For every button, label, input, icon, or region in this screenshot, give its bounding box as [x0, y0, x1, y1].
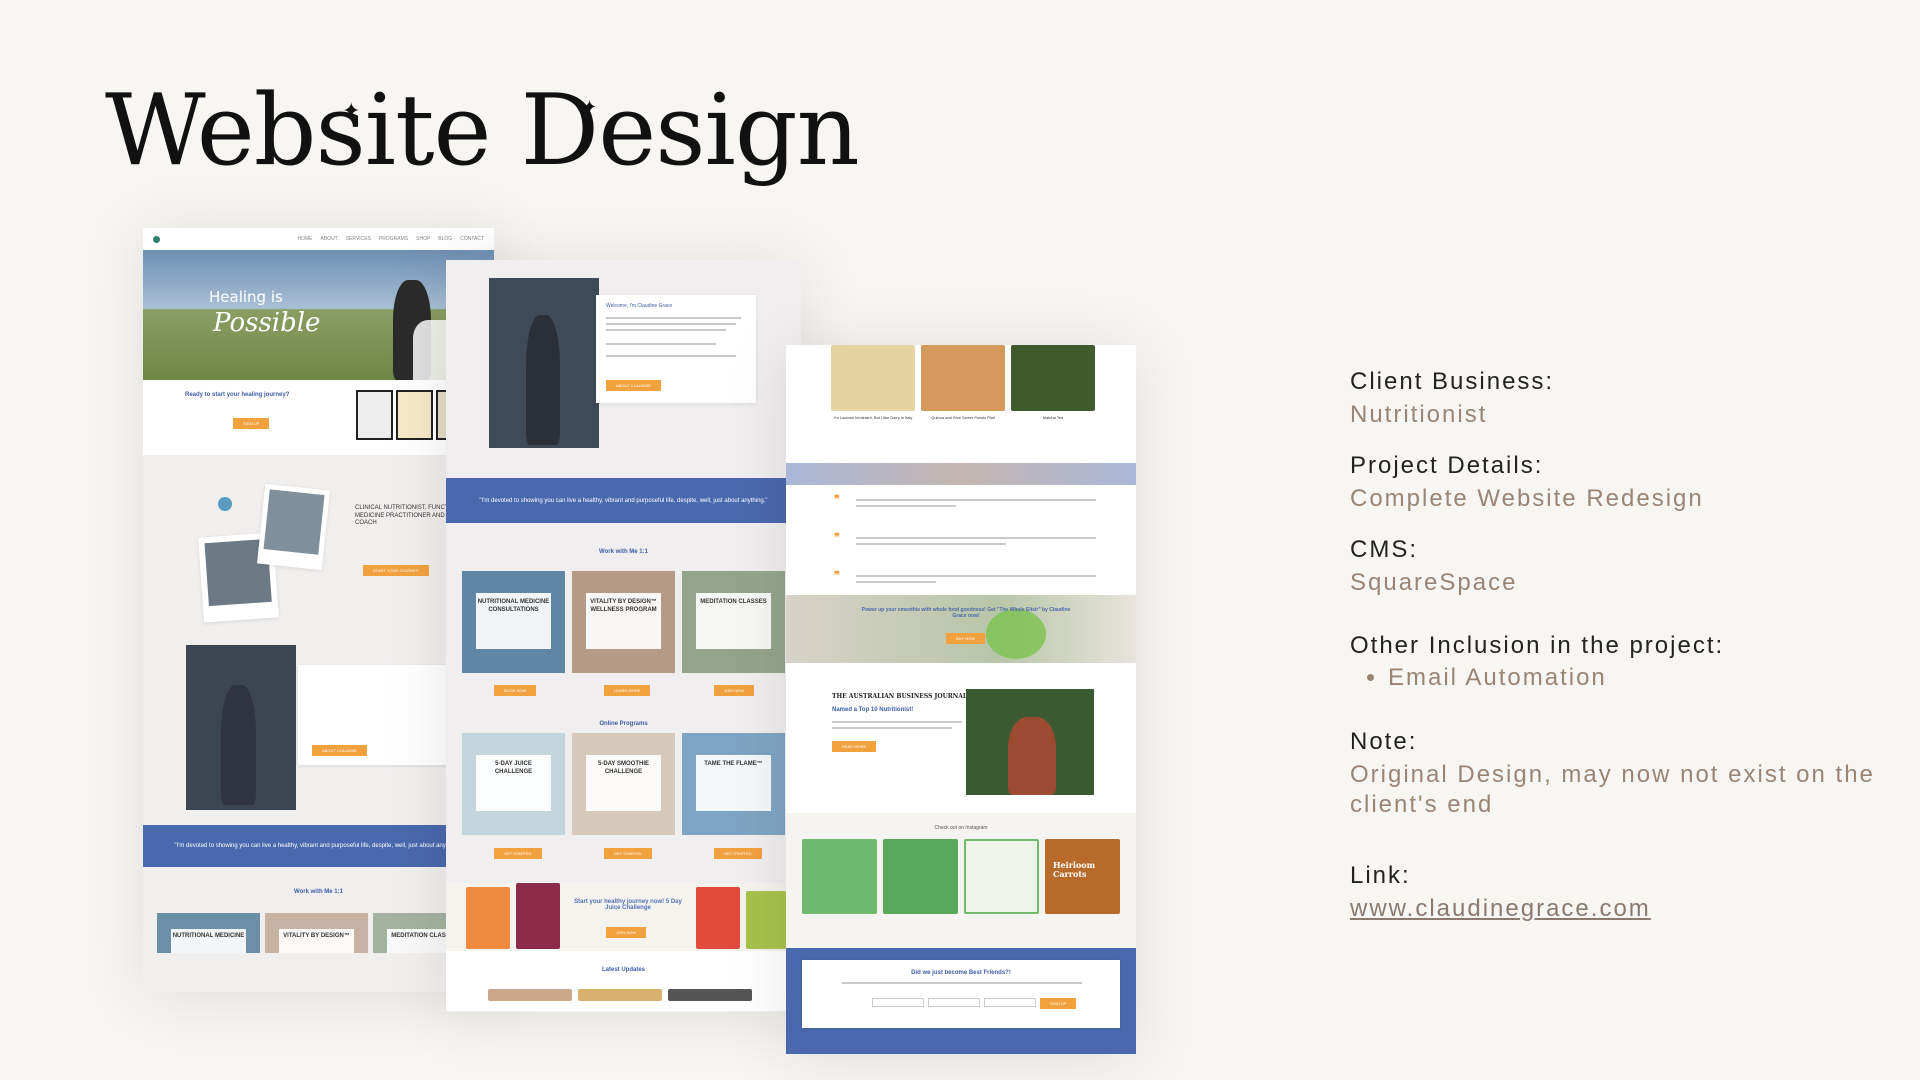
- tile-button[interactable]: JOIN NOW: [714, 685, 754, 696]
- program-tile[interactable]: TAME THE FLAME™: [682, 733, 785, 835]
- newsletter-input[interactable]: [984, 998, 1036, 1007]
- link-label: Link:: [1350, 862, 1411, 889]
- client-label: Client Business:: [1350, 368, 1555, 395]
- note-value: Original Design, may now not exist on th…: [1350, 761, 1875, 818]
- about-claudine-button[interactable]: ABOUT CLAUDINE: [606, 380, 662, 391]
- service-tile[interactable]: VITALITY BY DESIGN™ WELLNESS PROGRAM: [572, 571, 675, 673]
- about-button[interactable]: START YOUR JOURNEY: [363, 565, 429, 576]
- logo-icon: [153, 235, 160, 243]
- website-link[interactable]: www.claudinegrace.com: [1350, 895, 1651, 922]
- program-tile[interactable]: 5-DAY SMOOTHIE CHALLENGE: [572, 733, 675, 835]
- journal-person: [1008, 717, 1056, 795]
- page-title: Website Design: [105, 74, 860, 188]
- quote-strip: "I'm devoted to showing you can live a h…: [143, 825, 494, 867]
- work-heading: Work with Me 1:1: [599, 549, 648, 555]
- website-mockup-blog: I'm Lactose Intolerant, But I like Dairy…: [786, 345, 1136, 1054]
- newsletter-input[interactable]: [928, 998, 980, 1007]
- journal-button[interactable]: READ MORE: [832, 741, 877, 752]
- other-list: Email Automation: [1350, 664, 1910, 692]
- instagram-heading: Check out on Instagram: [934, 825, 988, 831]
- other-label: Other Inclusion in the project:: [1350, 632, 1725, 659]
- hero-heading: Healing is: [209, 288, 283, 306]
- food-caption: I'm Lactose Intolerant, But I like Dairy…: [833, 415, 913, 420]
- quote-strip: "I'm devoted to showing you can live a h…: [446, 478, 801, 523]
- welcome-person: [221, 685, 256, 805]
- note-label: Note:: [1350, 728, 1418, 755]
- cms-label: CMS:: [1350, 536, 1418, 563]
- journal-text: Named a Top 10 Nutritionist!: [832, 707, 914, 713]
- newsletter-button[interactable]: SIGN UP: [1040, 998, 1077, 1009]
- juice-banner-text: Start your healthy journey now! 5 Day Ju…: [574, 899, 682, 911]
- website-mockup-about: Welcome, I'm Claudine Grace ABOUT CLAUDI…: [446, 260, 801, 1012]
- tile-button[interactable]: BOOK NOW: [494, 685, 537, 696]
- quote-icon: ❞: [834, 570, 840, 582]
- cms-value: SquareSpace: [1350, 569, 1518, 596]
- smoothie-banner: Power up your smoothie with whole food g…: [786, 595, 1136, 663]
- work-heading: Work with Me 1:1: [294, 889, 343, 895]
- testimonials: ❞ ❞ ❞: [786, 485, 1136, 595]
- sparkle-icon: ✦: [582, 97, 598, 117]
- welcome-button[interactable]: ABOUT CLAUDINE: [312, 745, 368, 756]
- smoothie-text: Power up your smoothie with whole food g…: [861, 607, 1071, 619]
- insta-tile[interactable]: [964, 839, 1039, 914]
- juice-banner: Start your healthy journey now! 5 Day Ju…: [446, 883, 801, 951]
- site-nav: HOME ABOUT SERVICES PROGRAMS SHOP BLOG CONTACT: [143, 228, 494, 250]
- latest-heading: Latest Updates: [601, 967, 645, 973]
- service-tile[interactable]: NUTRITIONAL MEDICINE CONSULTATIONS: [462, 571, 565, 673]
- food-caption: Matcha Tea: [1042, 415, 1064, 420]
- welcome-card: ABOUT CLAUDINE: [298, 665, 448, 765]
- food-photo: [921, 345, 1005, 411]
- ready-heading: Ready to start your healing journey?: [185, 392, 290, 398]
- food-photo: [1011, 345, 1095, 411]
- insta-tile[interactable]: [802, 839, 877, 914]
- food-caption: Quinoa and Rice Sweet Potato Pilaf: [931, 415, 995, 420]
- juice-button[interactable]: JOIN NOW: [606, 927, 646, 938]
- about-photo-2: [256, 483, 331, 571]
- quote-icon: ❞: [834, 494, 840, 506]
- project-value: Complete Website Redesign: [1350, 485, 1704, 512]
- service-tile[interactable]: NUTRITIONAL MEDICINE: [157, 913, 260, 953]
- newsletter-heading: Did we just become Best Friends?!: [911, 970, 1011, 976]
- welcome-heading: Welcome, I'm Claudine Grace: [606, 303, 673, 309]
- smoothie-button[interactable]: BUY NOW: [946, 633, 986, 644]
- newsletter-section: Did we just become Best Friends?! SIGN U…: [786, 948, 1136, 1054]
- hero-banner: Healing is Possible: [143, 250, 494, 380]
- newsletter-input[interactable]: [872, 998, 924, 1007]
- program-tile[interactable]: 5-DAY JUICE CHALLENGE: [462, 733, 565, 835]
- program-button[interactable]: GET STARTED: [714, 848, 762, 859]
- service-tile[interactable]: VITALITY BY DESIGN™: [265, 913, 368, 953]
- project-label: Project Details:: [1350, 452, 1544, 479]
- ready-button[interactable]: SIGN UP: [233, 418, 270, 429]
- brand-logo-icon: [218, 497, 232, 511]
- website-mockup-home: HOME ABOUT SERVICES PROGRAMS SHOP BLOG CONTACT…: [143, 228, 494, 992]
- welcome-card: Welcome, I'm Claudine Grace ABOUT CLAUDI…: [596, 295, 756, 403]
- quote-icon: ❞: [834, 532, 840, 544]
- insta-tile[interactable]: [883, 839, 958, 914]
- program-button[interactable]: GET STARTED: [494, 848, 542, 859]
- service-tile[interactable]: MEDITATION CLASSES: [682, 571, 785, 673]
- insta-tile[interactable]: Heirloom Carrots: [1045, 839, 1120, 914]
- claudine-person: [526, 315, 560, 445]
- client-value: Nutritionist: [1350, 401, 1488, 428]
- sparkle-icon: ✦: [342, 98, 361, 123]
- tile-button[interactable]: LEARN MORE: [604, 685, 651, 696]
- testimonial-banner: [786, 463, 1136, 485]
- journal-name: THE AUSTRALIAN BUSINESS JOURNAL: [832, 693, 968, 700]
- other-item: Email Automation: [1388, 664, 1910, 692]
- online-heading: Online Programs: [599, 721, 648, 727]
- food-photo: [831, 345, 915, 411]
- program-button[interactable]: GET STARTED: [604, 848, 652, 859]
- hero-script: Possible: [213, 308, 321, 338]
